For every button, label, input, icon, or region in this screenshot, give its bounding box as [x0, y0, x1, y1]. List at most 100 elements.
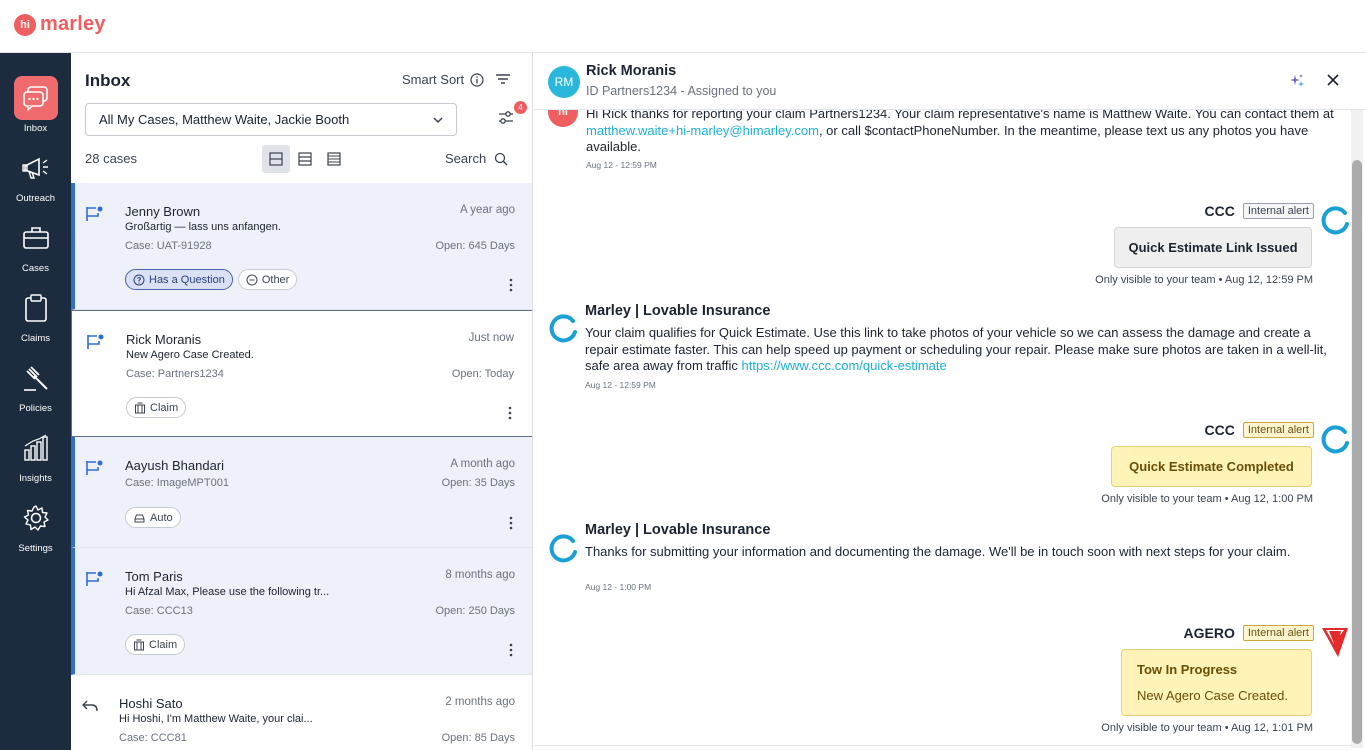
nav-settings-label: Settings [18, 543, 53, 554]
close-icon[interactable] [1326, 73, 1340, 87]
conversation-header: RM Rick Moranis ID Partners1234 - Assign… [534, 53, 1366, 110]
sliders-icon [499, 111, 513, 124]
internal-alert-header: AGERO Internal alert [1184, 625, 1314, 641]
case-item[interactable]: Jenny Brown A year ago Großartig — lass … [71, 183, 532, 310]
case-item-selected[interactable]: Rick Moranis Just now New Agero Case Cre… [71, 310, 532, 437]
visibility-note: Only visible to your team • Aug 12, 1:00… [1101, 493, 1313, 505]
conversation-customer-name: Rick Moranis [586, 63, 677, 79]
message-timestamp: Aug 12 - 1:00 PM [585, 582, 652, 592]
tag-label: Claim [150, 401, 179, 414]
logo-text: marley [40, 13, 106, 35]
tag-label: Claim [149, 638, 178, 651]
message-text: Thanks for submitting your information a… [585, 544, 1291, 559]
case-preview: New Agero Case Created. [126, 349, 254, 361]
left-nav: Inbox Outreach Cases Claims Policies Ins… [0, 53, 71, 750]
case-customer-name: Rick Moranis [126, 332, 202, 347]
composer-divider [534, 745, 1351, 746]
tag-other[interactable]: Other [237, 269, 298, 290]
nav-outreach-label: Outreach [15, 193, 56, 204]
search-icon [495, 152, 508, 165]
email-link[interactable]: matthew.waite+hi-marley@himarley.com [586, 123, 819, 138]
message-flag-icon [87, 334, 104, 349]
case-filter-select[interactable]: All My Cases, Matthew Waite, Jackie Boot… [85, 103, 457, 136]
tag-auto[interactable]: Auto [125, 507, 181, 528]
more-vertical-icon[interactable] [508, 406, 512, 420]
nav-policies[interactable]: Policies [0, 356, 71, 414]
clipboard-icon [14, 286, 58, 330]
nav-inbox[interactable]: Inbox [0, 76, 71, 134]
case-item[interactable]: Hoshi Sato 2 months ago Hi Hoshi, I'm Ma… [71, 675, 532, 750]
internal-alert-header: CCC Internal alert [1205, 203, 1314, 219]
message-sender: Marley | Lovable Insurance [585, 303, 771, 319]
case-open-duration: Open: Today [451, 368, 514, 380]
case-time: A month ago [450, 458, 515, 470]
conversation-scrollbar[interactable] [1351, 110, 1363, 748]
alert-card: Quick Estimate Completed [1111, 446, 1312, 487]
dots-circle-icon [246, 274, 258, 285]
smart-sort-label: Smart Sort [402, 72, 465, 87]
gavel-icon [14, 356, 58, 400]
sort-lines-icon[interactable] [495, 72, 511, 91]
more-vertical-icon[interactable] [509, 643, 513, 657]
inbox-title: Inbox [85, 71, 131, 90]
smart-sort-button[interactable]: Smart Sort [402, 72, 484, 87]
case-customer-name: Tom Paris [125, 569, 183, 584]
case-open-duration: Open: 85 Days [441, 732, 515, 744]
tag-claim[interactable]: Claim [125, 634, 186, 655]
internal-alert-badge: Internal alert [1242, 625, 1314, 641]
gear-icon [14, 496, 58, 540]
bar-chart-icon [14, 426, 58, 470]
marley-spinner-logo-icon [549, 534, 577, 563]
case-filter-value: All My Cases, Matthew Waite, Jackie Boot… [99, 112, 350, 127]
scrollbar-thumb[interactable] [1352, 160, 1362, 744]
marley-logo[interactable]: hi marley [14, 13, 106, 36]
agero-logo-icon [1322, 628, 1348, 657]
nav-insights[interactable]: Insights [0, 426, 71, 484]
case-tags: Claim [125, 634, 186, 655]
case-time: 8 months ago [445, 569, 515, 581]
alert-card: Quick Estimate Link Issued [1114, 227, 1312, 268]
nav-cases[interactable]: Cases [0, 216, 71, 274]
case-preview: Hi Afzal Max, Please use the following t… [125, 586, 330, 598]
case-item[interactable]: Tom Paris 8 months ago Hi Afzal Max, Ple… [71, 548, 532, 675]
case-number: Case: CCC13 [125, 605, 193, 617]
tag-has-a-question[interactable]: Has a Question [125, 269, 233, 290]
nav-policies-label: Policies [19, 403, 52, 414]
visibility-note: Only visible to your team • Aug 12, 1:01… [1101, 722, 1313, 734]
nav-claims[interactable]: Claims [0, 286, 71, 344]
reply-icon [82, 700, 98, 712]
case-search-label: Search [445, 151, 487, 166]
more-vertical-icon[interactable] [509, 278, 513, 292]
question-circle-icon [133, 274, 145, 285]
nav-outreach[interactable]: Outreach [0, 146, 71, 204]
nav-insights-label: Insights [19, 473, 52, 484]
view-list-icon [327, 152, 341, 166]
case-customer-name: Hoshi Sato [119, 696, 183, 711]
quick-estimate-link[interactable]: https://www.ccc.com/quick-estimate [742, 358, 947, 373]
case-search-button[interactable]: Search [445, 151, 508, 166]
case-number: Case: Partners1234 [126, 368, 224, 380]
filter-count-badge: 4 [514, 101, 527, 114]
message-flag-icon [86, 460, 103, 475]
nav-claims-label: Claims [20, 333, 51, 344]
nav-settings[interactable]: Settings [0, 496, 71, 554]
sparkle-icon[interactable] [1289, 73, 1305, 89]
advanced-filter-button[interactable] [497, 109, 515, 132]
view-list-button[interactable] [320, 145, 348, 173]
message-timestamp: Aug 12 - 12:59 PM [586, 160, 657, 170]
internal-alert-badge: Internal alert [1242, 422, 1314, 438]
conversation-panel: RM Rick Moranis ID Partners1234 - Assign… [534, 53, 1366, 750]
case-open-duration: Open: 250 Days [435, 605, 516, 617]
ccc-logo-icon [1321, 206, 1349, 235]
message-timestamp: Aug 12 - 12:59 PM [585, 380, 656, 390]
case-number: Case: UAT-91928 [125, 240, 212, 252]
case-item[interactable]: Aayush Bhandari A month ago Case: ImageM… [71, 437, 532, 548]
inbox-panel: Inbox Smart Sort All My Cases, Matthew W… [71, 53, 533, 750]
alert-card: Tow In Progress New Agero Case Created. [1121, 649, 1312, 716]
view-comfortable-button[interactable] [262, 145, 290, 173]
view-compact-button[interactable] [291, 145, 319, 173]
tag-claim[interactable]: Claim [126, 397, 187, 418]
marley-spinner-logo-icon [549, 314, 577, 343]
more-vertical-icon[interactable] [509, 516, 513, 530]
briefcase-icon [14, 216, 58, 260]
